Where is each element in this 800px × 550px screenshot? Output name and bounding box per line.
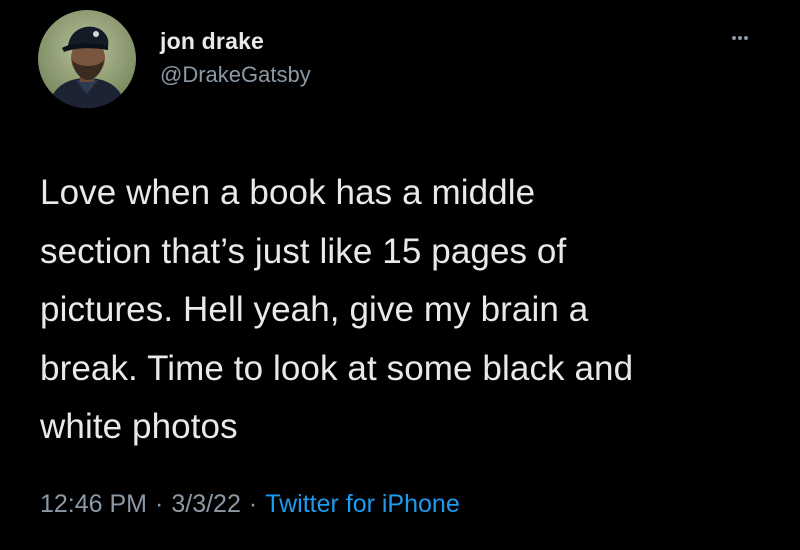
- tweet-card: jon drake @DrakeGatsby Love when a book …: [0, 0, 800, 550]
- tweet-metadata: 12:46 PM · 3/3/22 · Twitter for iPhone: [40, 487, 460, 521]
- profile-photo-icon: [38, 10, 136, 108]
- tweet-text: Love when a book has a middle section th…: [40, 173, 634, 446]
- display-name[interactable]: jon drake: [160, 27, 311, 55]
- tweet-source-link[interactable]: Twitter for iPhone: [265, 490, 460, 518]
- dot: [732, 36, 736, 40]
- dot: [744, 36, 748, 40]
- username-handle[interactable]: @DrakeGatsby: [160, 59, 311, 91]
- separator: ·: [155, 490, 164, 518]
- avatar[interactable]: [38, 10, 136, 108]
- dot: [738, 36, 742, 40]
- tweet-time[interactable]: 12:46 PM: [40, 490, 147, 518]
- separator: ·: [248, 490, 258, 518]
- more-options-icon[interactable]: [724, 28, 756, 48]
- tweet-date[interactable]: 3/3/22: [171, 490, 241, 518]
- author-info: jon drake @DrakeGatsby: [160, 27, 311, 91]
